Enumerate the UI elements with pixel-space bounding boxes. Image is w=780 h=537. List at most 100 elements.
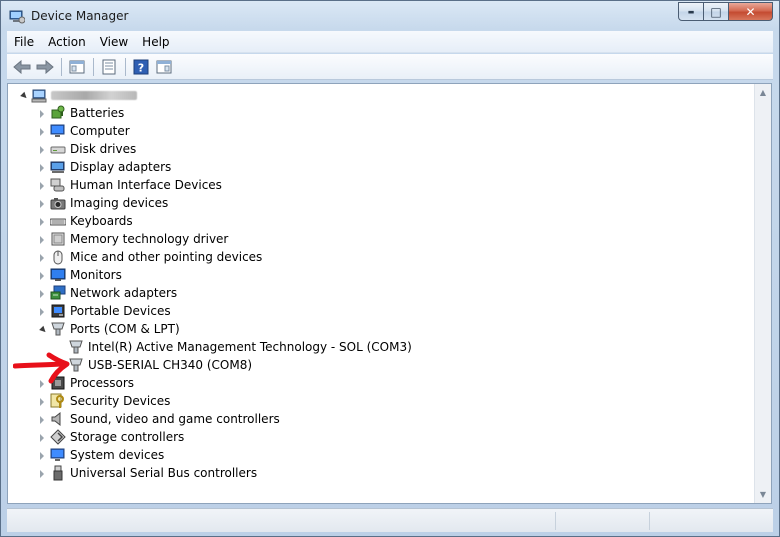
maximize-icon: □ (710, 4, 722, 19)
tree-root[interactable] (19, 86, 137, 104)
tree-item-disk-drives[interactable]: Disk drives (38, 140, 136, 158)
help-icon: ? (133, 59, 149, 74)
close-icon: ✕ (745, 4, 756, 19)
tree-item-label: Security Devices (70, 394, 171, 408)
tree-item-label: Memory technology driver (70, 232, 229, 246)
tree-item-portable-devices[interactable]: Portable Devices (38, 302, 171, 320)
expand-arrow-icon[interactable] (38, 199, 47, 208)
collapse-arrow-icon[interactable] (38, 325, 47, 334)
tree-item-mice[interactable]: Mice and other pointing devices (38, 248, 262, 266)
camera-icon (50, 195, 66, 211)
tree-item-label: Sound, video and game controllers (70, 412, 280, 426)
menu-help[interactable]: Help (135, 35, 176, 49)
tree-item-label: Network adapters (70, 286, 178, 300)
properties-button[interactable] (98, 56, 120, 78)
expand-arrow-icon[interactable] (38, 163, 47, 172)
expand-arrow-icon[interactable] (38, 397, 47, 406)
disk-drive-icon (50, 141, 66, 157)
tree-item-label: System devices (70, 448, 165, 462)
annotation-arrow-icon (13, 352, 70, 384)
menu-file[interactable]: File (7, 35, 41, 49)
tree-item-batteries[interactable]: Batteries (38, 104, 124, 122)
tree-item-label: Batteries (70, 106, 125, 120)
tree-item-label: Disk drives (70, 142, 137, 156)
tree-item-display-adapters[interactable]: Display adapters (38, 158, 171, 176)
collapse-arrow-icon[interactable] (19, 91, 28, 100)
expand-arrow-icon[interactable] (38, 181, 47, 190)
toolbar-separator (61, 57, 62, 76)
tree-item-label: Mice and other pointing devices (70, 250, 263, 264)
tree-item-ports[interactable]: Ports (COM & LPT) (38, 320, 180, 338)
expand-arrow-icon[interactable] (38, 253, 47, 262)
title-bar[interactable]: Device Manager ▬ □ ✕ (1, 1, 779, 31)
tree-item-security-devices[interactable]: Security Devices (38, 392, 170, 410)
hid-icon (50, 177, 66, 193)
toolbar-separator (125, 57, 126, 76)
expand-arrow-icon[interactable] (38, 271, 47, 280)
tree-item-label: Computer (70, 124, 130, 138)
tree-item-label: Ports (COM & LPT) (70, 322, 180, 336)
usb-icon (50, 465, 66, 481)
tree-item-usb-serial-ch340-com8[interactable]: USB-SERIAL CH340 (COM8) (68, 356, 252, 374)
device-tree[interactable]: Batteries Computer Disk drives Display a… (7, 83, 772, 504)
expand-arrow-icon[interactable] (38, 289, 47, 298)
computer-icon (31, 87, 47, 103)
battery-icon (50, 105, 66, 121)
tree-item-storage-controllers[interactable]: Storage controllers (38, 428, 184, 446)
expand-arrow-icon[interactable] (38, 127, 47, 136)
tree-item-label: Universal Serial Bus controllers (70, 466, 258, 480)
console-tree-icon (69, 60, 85, 73)
expand-arrow-icon[interactable] (38, 451, 47, 460)
menu-bar: File Action View Help (7, 31, 773, 53)
expand-arrow-icon[interactable] (38, 109, 47, 118)
portable-device-icon (50, 303, 66, 319)
tree-item-label: Monitors (70, 268, 122, 282)
port-connector-icon (50, 321, 66, 337)
forward-button[interactable] (34, 56, 56, 78)
tree-item-monitors[interactable]: Monitors (38, 266, 122, 284)
tree-item-system-devices[interactable]: System devices (38, 446, 164, 464)
vertical-scrollbar[interactable]: ▲ ▼ (754, 84, 771, 503)
menu-action[interactable]: Action (41, 35, 93, 49)
expand-arrow-icon[interactable] (38, 415, 47, 424)
close-button[interactable]: ✕ (729, 2, 773, 21)
tree-item-human-interface-devices[interactable]: Human Interface Devices (38, 176, 222, 194)
expand-arrow-icon[interactable] (38, 433, 47, 442)
help-button[interactable]: ? (130, 56, 152, 78)
window-title: Device Manager (31, 9, 129, 23)
network-adapter-icon (50, 285, 66, 301)
tree-item-sound-video-game-controllers[interactable]: Sound, video and game controllers (38, 410, 280, 428)
tree-item-imaging-devices[interactable]: Imaging devices (38, 194, 168, 212)
toolbar: ? (7, 54, 773, 80)
keyboard-icon (49, 213, 67, 229)
tree-item-label: Intel(R) Active Management Technology - … (88, 340, 412, 354)
tree-item-computer[interactable]: Computer (38, 122, 130, 140)
tree-item-keyboards[interactable]: Keyboards (38, 212, 133, 230)
back-button[interactable] (11, 56, 33, 78)
minimize-button[interactable]: ▬ (678, 2, 704, 21)
expand-arrow-icon[interactable] (38, 217, 47, 226)
scroll-up-icon[interactable]: ▲ (755, 84, 771, 101)
show-hide-console-tree-button[interactable] (66, 56, 88, 78)
system-device-icon (50, 447, 66, 463)
show-hide-action-pane-button[interactable] (153, 56, 175, 78)
expand-arrow-icon[interactable] (38, 145, 47, 154)
tree-item-network-adapters[interactable]: Network adapters (38, 284, 177, 302)
expand-arrow-icon[interactable] (38, 307, 47, 316)
scroll-down-icon[interactable]: ▼ (755, 486, 771, 503)
tree-item-intel-amt-sol-com3[interactable]: Intel(R) Active Management Technology - … (68, 338, 412, 356)
status-divider (555, 512, 556, 530)
tree-item-usb-controllers[interactable]: Universal Serial Bus controllers (38, 464, 257, 482)
properties-icon (102, 59, 116, 74)
expand-arrow-icon[interactable] (38, 235, 47, 244)
expand-arrow-icon[interactable] (38, 469, 47, 478)
tree-item-label: Portable Devices (70, 304, 171, 318)
menu-view[interactable]: View (93, 35, 135, 49)
device-manager-icon (9, 8, 26, 24)
tree-item-memory-technology-driver[interactable]: Memory technology driver (38, 230, 228, 248)
tree-item-label: Imaging devices (70, 196, 169, 210)
tree-item-label: Display adapters (70, 160, 172, 174)
maximize-button[interactable]: □ (704, 2, 729, 21)
forward-arrow-icon (36, 59, 54, 74)
tree-item-label: Storage controllers (70, 430, 185, 444)
